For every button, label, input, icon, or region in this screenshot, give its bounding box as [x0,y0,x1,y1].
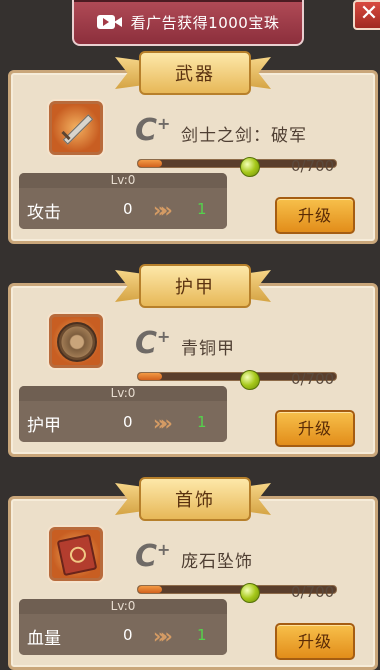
double-chevron-icon: »» [153,411,173,435]
video-icon [96,15,122,29]
level-label: Lv:0 [19,386,227,401]
next-value: 1 [197,200,207,218]
stat-box: Lv:0 攻击 0 »» 1 [19,173,227,229]
cost-label: 0/700 [291,583,335,601]
grade-badge: C+ [135,326,171,361]
close-button[interactable]: ✕ [353,0,380,30]
accessory-panel: 首饰 C+ 庞石坠饰 Lv:0 血量 0 »» 1 0/700 升级 [8,477,378,670]
cost-label: 0/700 [291,370,335,388]
grade-badge: C+ [135,113,171,148]
item-name: 剑士之剑：破军 [181,126,307,146]
stat-name: 攻击 [27,203,61,223]
stat-box: Lv:0 血量 0 »» 1 [19,599,227,655]
watch-ad-button[interactable]: 看广告获得1000宝珠 [72,0,304,46]
armor-panel: 护甲 C+ 青铜甲 Lv:0 护甲 0 »» 1 0/700 升级 [8,264,378,457]
panel-title-banner: 护甲 [115,264,271,308]
stat-name: 血量 [27,629,61,649]
double-chevron-icon: »» [153,624,173,648]
watch-ad-label: 看广告获得1000宝珠 [130,13,280,32]
shield-icon[interactable] [49,314,103,368]
panel-title-banner: 首饰 [115,477,271,521]
level-label: Lv:0 [19,173,227,188]
panel-title: 护甲 [139,264,251,308]
book-icon[interactable] [49,527,103,581]
level-label: Lv:0 [19,599,227,614]
sword-icon[interactable] [49,101,103,155]
panel-title: 首饰 [139,477,251,521]
grade-badge: C+ [135,539,171,574]
current-value: 0 [123,413,133,431]
next-value: 1 [197,413,207,431]
current-value: 0 [123,200,133,218]
upgrade-button[interactable]: 升级 [275,197,355,234]
upgrade-button[interactable]: 升级 [275,623,355,660]
upgrade-button[interactable]: 升级 [275,410,355,447]
panel-title-banner: 武器 [115,51,271,95]
weapon-panel: 武器 C+ 剑士之剑：破军 Lv:0 攻击 0 »» 1 0/700 升级 [8,51,378,244]
double-chevron-icon: »» [153,198,173,222]
stat-box: Lv:0 护甲 0 »» 1 [19,386,227,442]
gem-icon [240,370,260,390]
gem-icon [240,583,260,603]
gem-icon [240,157,260,177]
next-value: 1 [197,626,207,644]
item-name: 青铜甲 [181,339,235,359]
stat-name: 护甲 [27,416,61,436]
item-name: 庞石坠饰 [181,552,253,572]
current-value: 0 [123,626,133,644]
panel-title: 武器 [139,51,251,95]
cost-label: 0/700 [291,157,335,175]
